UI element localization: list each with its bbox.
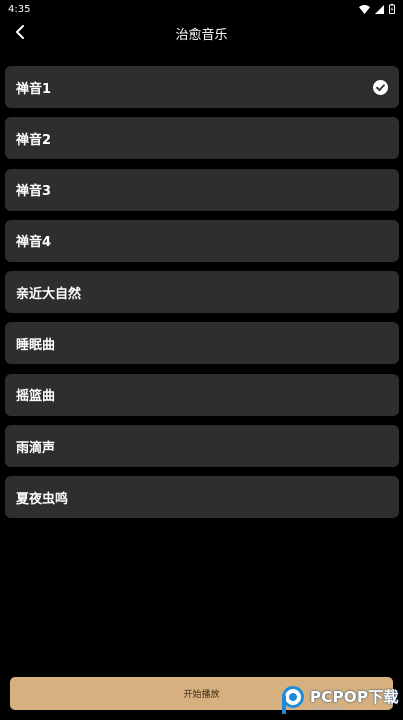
wifi-icon [359,4,370,14]
battery-icon [389,4,395,14]
list-item[interactable]: 摇篮曲 [5,373,399,416]
status-bar: 4:35 [0,0,403,18]
app-header: 治愈音乐 [0,20,403,48]
list-item-label: 亲近大自然 [16,286,82,302]
list-item-label: 摇篮曲 [16,389,56,405]
list-item[interactable]: 睡眠曲 [5,322,399,365]
list-item-label: 禅音1 [16,81,52,97]
list-item[interactable]: 禅音3 [5,168,399,211]
watermark: PCPOP下载 PCPOP Download [279,683,401,717]
app-screen: 4:35 治愈音乐 禅音1 禅音2 禅音3 禅音4 亲近大自然 睡眠曲 摇篮曲 … [0,0,403,720]
music-list: 禅音1 禅音2 禅音3 禅音4 亲近大自然 睡眠曲 摇篮曲 雨滴声 夏夜虫鸣 [5,66,399,528]
start-playback-label: 开始播放 [183,690,220,700]
page-title: 治愈音乐 [175,28,228,43]
status-icons [359,4,395,14]
list-item-label: 禅音4 [16,235,52,251]
list-item[interactable]: 禅音2 [5,117,399,160]
watermark-main: PCPOP下载 [310,687,399,706]
list-item-label: 禅音2 [16,132,52,148]
signal-icon [375,4,384,14]
check-circle-icon [373,79,388,95]
list-item-label: 夏夜虫鸣 [16,491,69,507]
list-item[interactable]: 雨滴声 [5,425,399,468]
list-item-label: 睡眠曲 [16,337,56,353]
list-item[interactable]: 禅音1 [5,66,399,108]
list-item[interactable]: 亲近大自然 [5,271,399,314]
list-item[interactable]: 夏夜虫鸣 [5,476,399,519]
watermark-text: PCPOP下载 PCPOP Download [310,687,399,711]
list-item-label: 禅音3 [16,184,52,200]
status-time: 4:35 [8,3,31,15]
watermark-sub: PCPOP Download [310,705,345,711]
pcpop-logo-icon [279,685,307,715]
list-item[interactable]: 禅音4 [5,219,399,262]
list-item-label: 雨滴声 [16,440,56,456]
